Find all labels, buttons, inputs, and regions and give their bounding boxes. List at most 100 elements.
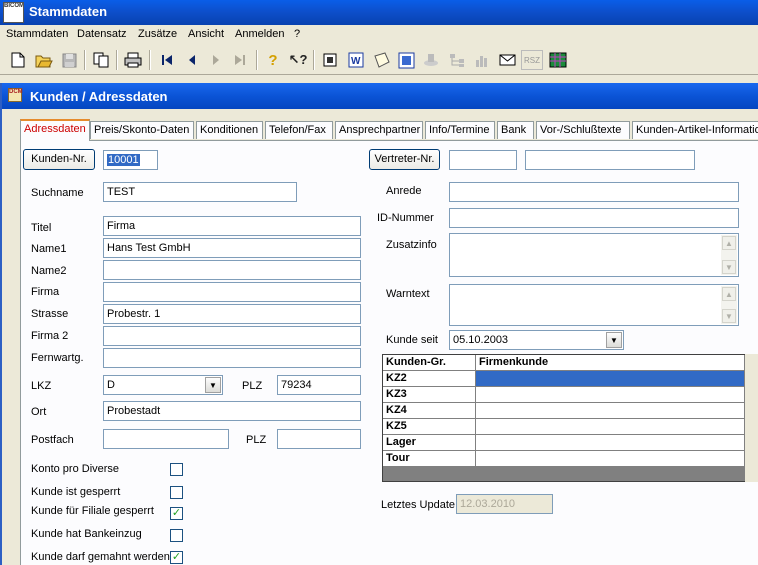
grid-row-value[interactable] [476, 419, 745, 435]
menu-zusaetze[interactable]: Zusätze [138, 28, 177, 40]
plz-label: PLZ [242, 380, 263, 392]
contacts-icon[interactable] [320, 50, 340, 70]
app-logo-icon: BICOM [3, 2, 24, 23]
save-icon[interactable] [59, 50, 79, 70]
vertreter-nr-field[interactable] [449, 150, 517, 170]
grid-row-value[interactable] [476, 387, 745, 403]
open-icon[interactable] [34, 50, 54, 70]
previous-record-icon[interactable] [182, 50, 202, 70]
filiale-gesperrt-checkbox[interactable]: ✓ [170, 507, 183, 520]
menu-help[interactable]: ? [294, 28, 300, 40]
grid-row-key[interactable]: KZ2 [383, 371, 476, 387]
titel-field[interactable]: Firma [103, 216, 361, 236]
kunde-gesperrt-checkbox[interactable] [170, 486, 183, 499]
note-icon[interactable] [371, 50, 391, 70]
ort-field[interactable]: Probestadt [103, 401, 361, 421]
tab-vor-schlusstexte[interactable]: Vor-/Schlußtexte [536, 121, 630, 139]
firma-field[interactable] [103, 282, 361, 302]
grid-row-key[interactable]: KZ4 [383, 403, 476, 419]
context-help-icon[interactable]: ↖? [288, 50, 308, 70]
warntext-textarea[interactable]: ▲ ▼ [449, 284, 739, 326]
grid-row-key[interactable]: KZ3 [383, 387, 476, 403]
letztes-update-label: Letztes Update [381, 499, 455, 511]
vertreter-nr-button[interactable]: Vertreter-Nr. [369, 149, 440, 170]
gemahnt-checkbox[interactable]: ✓ [170, 551, 183, 564]
word-icon[interactable]: W [346, 50, 366, 70]
last-record-icon[interactable] [230, 50, 250, 70]
grid-row-value[interactable] [476, 371, 745, 387]
lkz-combobox[interactable]: D ▼ [103, 375, 223, 395]
titel-label: Titel [31, 222, 52, 234]
tab-telefon-fax[interactable]: Telefon/Fax [265, 121, 333, 139]
postfach-plz-label: PLZ [246, 434, 267, 446]
menu-ansicht[interactable]: Ansicht [188, 28, 224, 40]
first-record-icon[interactable] [157, 50, 177, 70]
grid-row-value[interactable] [476, 451, 745, 467]
help-icon[interactable]: ? [263, 50, 283, 70]
firma2-field[interactable] [103, 326, 361, 346]
toolbar-separator [256, 50, 258, 70]
name1-field[interactable]: Hans Test GmbH [103, 238, 361, 258]
grid-row-value[interactable] [476, 403, 745, 419]
warntext-scrollbar[interactable]: ▲ ▼ [721, 286, 737, 324]
tab-preis-skonto-daten[interactable]: Preis/Skonto-Daten [90, 121, 194, 139]
tree-icon[interactable] [447, 50, 467, 70]
chevron-down-icon[interactable]: ▼ [205, 377, 221, 393]
kunde-seit-combobox[interactable]: 05.10.2003 ▼ [449, 330, 624, 350]
fernwartung-label: Fernwartg. [31, 352, 84, 364]
stamp-icon[interactable] [421, 50, 441, 70]
postfach-plz-field[interactable] [277, 429, 361, 449]
tab-kunden-artikel-informationen[interactable]: Kunden-Artikel-Informationen [632, 121, 758, 139]
scroll-up-icon[interactable]: ▲ [722, 287, 736, 301]
grid-row-key[interactable]: Lager [383, 435, 476, 451]
plz-field[interactable]: 79234 [277, 375, 361, 395]
tab-info-termine[interactable]: Info/Termine [425, 121, 495, 139]
image-icon[interactable] [396, 50, 416, 70]
copy-icon[interactable] [91, 50, 111, 70]
new-icon[interactable] [8, 50, 28, 70]
grid-header[interactable]: Firmenkunde [476, 355, 745, 371]
grid-icon[interactable] [548, 50, 568, 70]
scroll-down-icon[interactable]: ▼ [722, 309, 736, 323]
kunden-nr-button[interactable]: Kunden-Nr. [23, 149, 95, 170]
vertreter-name-field[interactable] [525, 150, 695, 170]
warntext-label: Warntext [386, 288, 430, 300]
postfach-field[interactable] [103, 429, 229, 449]
name2-field[interactable] [103, 260, 361, 280]
fernwartung-field[interactable] [103, 348, 361, 368]
window-titlebar[interactable]: BICOM Stammdaten [0, 0, 758, 25]
grid-row-key[interactable]: Tour [383, 451, 476, 467]
tab-ansprechpartner[interactable]: Ansprechpartner [335, 121, 423, 139]
next-record-icon[interactable] [206, 50, 226, 70]
customer-window-titlebar[interactable]: DCM Kunden / Adressdaten [2, 83, 758, 109]
chevron-down-icon[interactable]: ▼ [606, 332, 622, 348]
zusatzinfo-scrollbar[interactable]: ▲ ▼ [721, 235, 737, 275]
suchname-field[interactable]: TEST [103, 182, 297, 202]
chart-icon[interactable] [472, 50, 492, 70]
menu-stammdaten[interactable]: Stammdaten [6, 28, 68, 40]
scroll-up-icon[interactable]: ▲ [722, 236, 736, 250]
grid-row-key[interactable]: KZ5 [383, 419, 476, 435]
grid-header[interactable]: Kunden-Gr. [383, 355, 476, 371]
tab-adressdaten[interactable]: Adressdaten [20, 119, 90, 141]
zusatzinfo-textarea[interactable]: ▲ ▼ [449, 233, 739, 277]
firma2-label: Firma 2 [31, 330, 69, 342]
postfach-label: Postfach [31, 434, 74, 446]
checkbox-label: Kunde für Filiale gesperrt [31, 505, 154, 517]
anrede-field[interactable] [449, 182, 739, 202]
kunden-nr-field[interactable]: 10001 [103, 150, 158, 170]
id-nummer-field[interactable] [449, 208, 739, 228]
print-icon[interactable] [123, 50, 143, 70]
grid-scrollbar[interactable] [745, 354, 758, 482]
bankeinzug-checkbox[interactable] [170, 529, 183, 542]
grid-row-value[interactable] [476, 435, 745, 451]
menu-anmelden[interactable]: Anmelden [235, 28, 285, 40]
tab-bank[interactable]: Bank [497, 121, 534, 139]
scroll-down-icon[interactable]: ▼ [722, 260, 736, 274]
konto-pro-diverse-checkbox[interactable] [170, 463, 183, 476]
mail-icon[interactable] [497, 50, 517, 70]
strasse-field[interactable]: Probestr. 1 [103, 304, 361, 324]
rsz-icon[interactable]: RSZ [521, 50, 543, 70]
tab-konditionen[interactable]: Konditionen [196, 121, 263, 139]
menu-datensatz[interactable]: Datensatz [77, 28, 127, 40]
